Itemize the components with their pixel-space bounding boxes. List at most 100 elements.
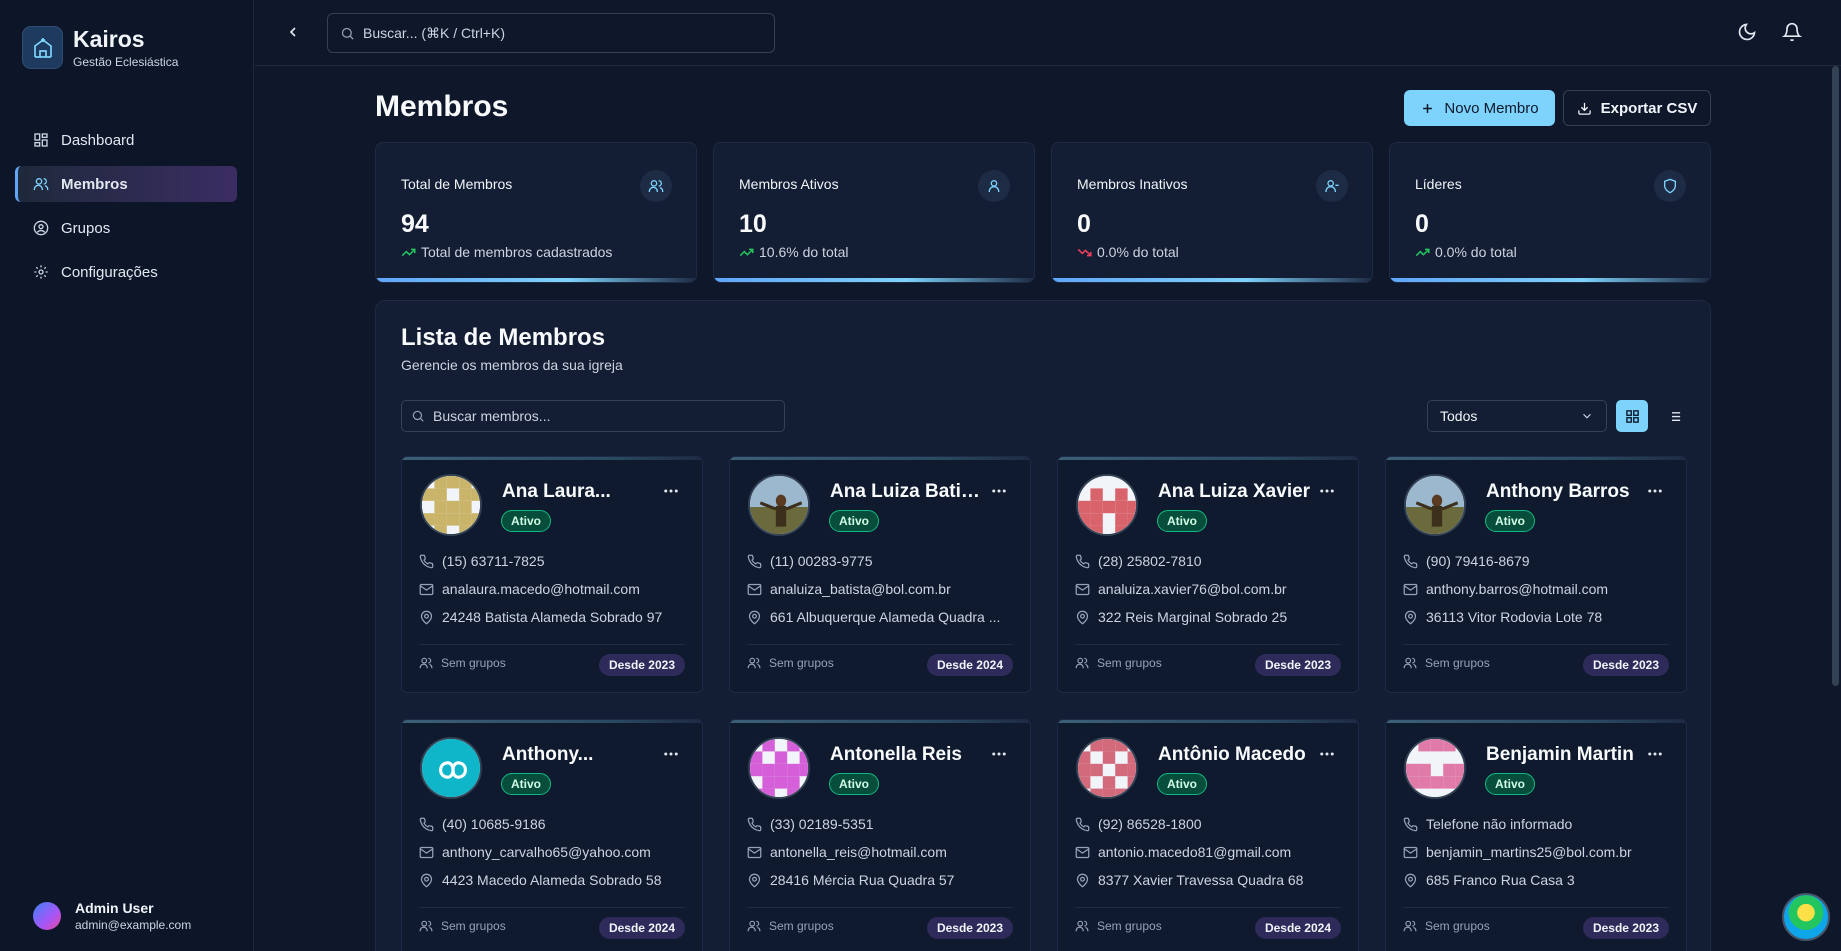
brand[interactable]: Kairos Gestão Eclesiástica [22,26,178,69]
member-groups: Sem grupos [1075,919,1162,933]
member-menu-button[interactable] [1318,745,1336,768]
stat-value: 0 [1415,210,1429,238]
grid-view-button[interactable] [1616,400,1648,432]
member-card[interactable]: Ana Laura... Ativo (15) 63711-7825 anala… [401,456,703,693]
gear-icon [34,265,48,279]
card-divider [1075,644,1341,645]
mail-icon [747,583,762,595]
member-card[interactable]: Benjamin Martin Ativo Telefone não infor… [1385,719,1687,951]
member-menu-button[interactable] [662,745,680,768]
collapse-sidebar-button[interactable] [285,24,301,45]
member-phone: (15) 63711-7825 [419,553,689,569]
chevron-down-icon [1583,413,1591,419]
trend-up-icon [1415,248,1430,256]
member-address: 661 Albuquerque Alameda Quadra ... [747,609,1017,625]
phone-icon [419,817,434,831]
card-accent-bar [1058,720,1358,723]
card-divider [1403,907,1669,908]
member-phone: (28) 25802-7810 [1075,553,1345,569]
user-circle-icon [33,220,49,236]
sidebar-item-membros[interactable]: Membros [15,166,237,202]
member-menu-button[interactable] [662,482,680,505]
global-search-input[interactable] [363,25,754,41]
member-avatar [748,737,810,799]
stat-accent-bar [714,278,1034,282]
trend-up-icon [739,248,754,256]
member-name: Antonella Reis [830,744,962,765]
member-phone: (92) 86528-1800 [1075,816,1345,832]
new-member-label: Novo Membro [1444,99,1539,117]
export-csv-button[interactable]: Exportar CSV [1563,90,1711,126]
status-filter-select[interactable]: Todos [1427,400,1607,432]
notifications-button[interactable] [1781,22,1803,47]
list-view-button[interactable] [1658,400,1690,432]
stat-subtext: 0.0% do total [1077,244,1179,260]
member-groups: Sem grupos [747,919,834,933]
phone-icon [1403,817,1418,831]
phone-icon [419,554,434,568]
member-card[interactable]: Antônio Macedo Ativo (92) 86528-1800 ant… [1057,719,1359,951]
card-accent-bar [1386,457,1686,460]
member-search[interactable] [401,400,785,432]
member-groups: Sem grupos [1075,656,1162,670]
member-address: 685 Franco Rua Casa 3 [1403,872,1673,888]
sidebar-item-label: Configurações [61,263,158,281]
card-accent-bar [1058,457,1358,460]
member-phone: (33) 02189-5351 [747,816,1017,832]
member-menu-button[interactable] [990,745,1008,768]
member-menu-button[interactable] [1646,482,1664,505]
phone-icon [747,554,762,568]
status-badge: Ativo [1485,773,1535,795]
member-menu-button[interactable] [1318,482,1336,505]
member-card[interactable]: Anthony... Ativo (40) 10685-9186 anthony… [401,719,703,951]
more-horizontal-icon [1320,752,1334,756]
stat-value: 10 [739,210,767,238]
member-search-input[interactable] [433,408,769,424]
member-name: Ana Luiza Batista [830,481,985,502]
member-card[interactable]: Ana Luiza Xavier Ativo (28) 25802-7810 a… [1057,456,1359,693]
member-address: 28416 Mércia Rua Quadra 57 [747,872,1017,888]
member-card[interactable]: Anthony Barros Ativo (90) 79416-8679 ant… [1385,456,1687,693]
stat-label: Membros Ativos [739,176,839,192]
member-email: anthony_carvalho65@yahoo.com [419,844,689,860]
more-horizontal-icon [664,752,678,756]
mail-icon [1075,583,1090,595]
stat-label: Líderes [1415,176,1462,192]
users-icon [1403,920,1417,932]
mail-icon [1403,583,1418,595]
member-menu-button[interactable] [1646,745,1664,768]
card-divider [419,907,685,908]
status-badge: Ativo [1157,773,1207,795]
user-email: admin@example.com [75,918,192,932]
map-pin-icon [420,873,433,888]
map-pin-icon [1404,610,1417,625]
theme-toggle-button[interactable] [1737,22,1757,47]
member-menu-button[interactable] [990,482,1008,505]
status-badge: Ativo [501,773,551,795]
sidebar-item-dashboard[interactable]: Dashboard [15,122,237,158]
member-since-badge: Desde 2023 [1582,654,1669,676]
member-card[interactable]: Ana Luiza Batista Ativo (11) 00283-9775 … [729,456,1031,693]
map-pin-icon [748,873,761,888]
members-list-title: Lista de Membros [401,324,606,351]
trend-down-icon [1077,248,1092,256]
page-scrollbar[interactable] [1832,66,1839,686]
member-since-badge: Desde 2024 [1254,917,1341,939]
map-pin-icon [420,610,433,625]
member-email: analaura.macedo@hotmail.com [419,581,689,597]
member-email: antonio.macedo81@gmail.com [1075,844,1345,860]
assistant-launcher-button[interactable] [1782,893,1830,941]
status-badge: Ativo [501,510,551,532]
phone-icon [1075,817,1090,831]
map-pin-icon [1076,610,1089,625]
user-profile[interactable]: Admin User admin@example.com [33,900,191,932]
sidebar-item-grupos[interactable]: Grupos [15,210,237,246]
global-search[interactable] [327,13,775,53]
sidebar: Kairos Gestão Eclesiástica Dashboard Mem… [0,0,254,951]
sidebar-item-configuracoes[interactable]: Configurações [15,254,237,290]
mail-icon [1403,846,1418,858]
card-accent-bar [1386,720,1686,723]
topbar [255,0,1841,66]
new-member-button[interactable]: Novo Membro [1404,90,1555,126]
member-card[interactable]: Antonella Reis Ativo (33) 02189-5351 ant… [729,719,1031,951]
